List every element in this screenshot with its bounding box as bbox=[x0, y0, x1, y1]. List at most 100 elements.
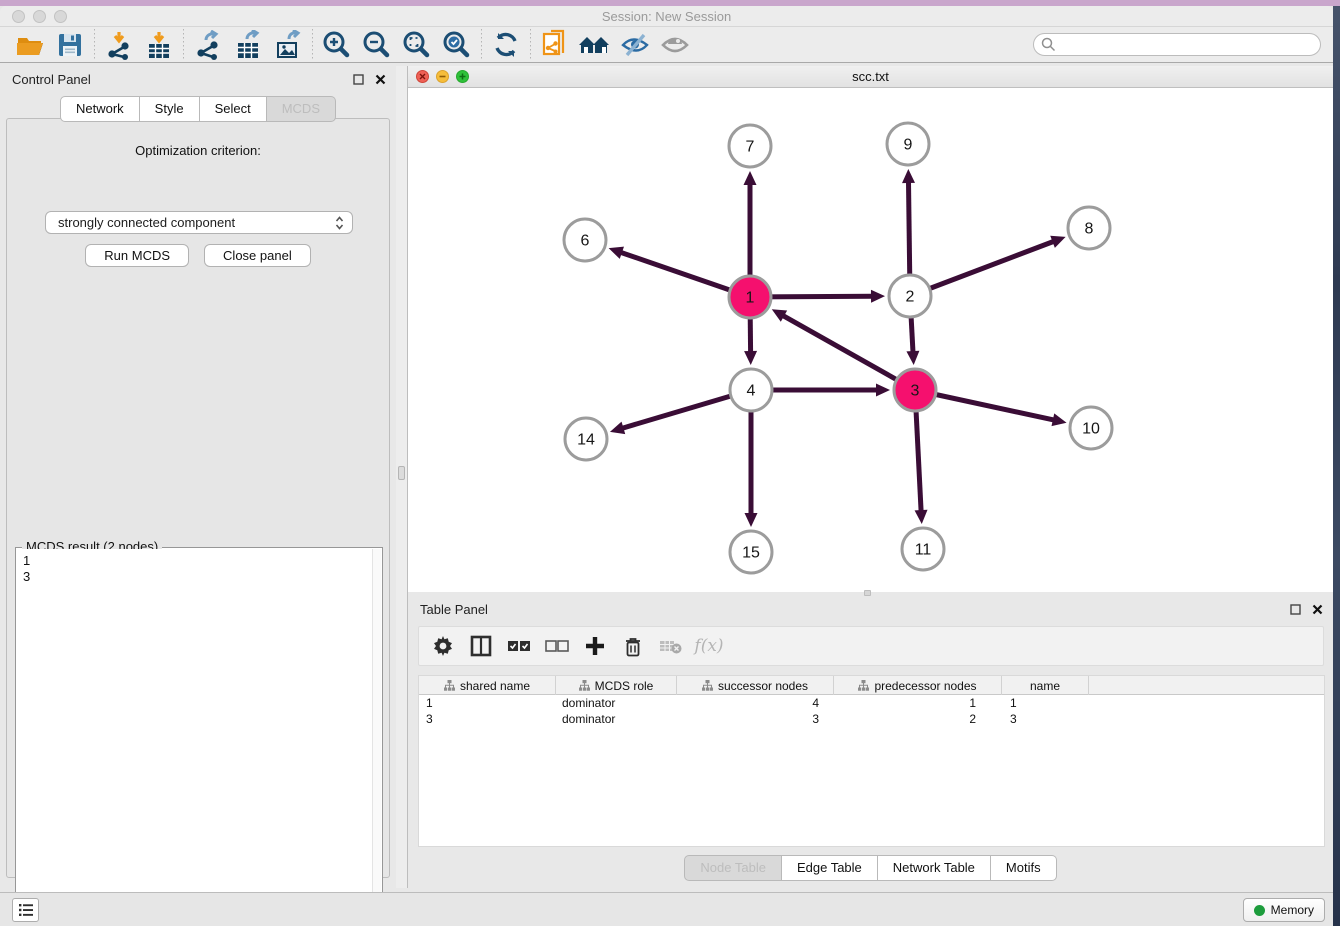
cell-name[interactable]: 3 bbox=[1002, 711, 1089, 727]
main-toolbar bbox=[0, 27, 1333, 63]
close-panel-button[interactable] bbox=[372, 71, 388, 87]
float-panel-button[interactable] bbox=[350, 71, 366, 87]
cell-predecessor-nodes[interactable]: 1 bbox=[834, 695, 1002, 711]
cell-predecessor-nodes[interactable]: 2 bbox=[834, 711, 1002, 727]
zoom-network-button[interactable] bbox=[456, 70, 469, 83]
column-layout-button[interactable] bbox=[467, 632, 495, 660]
export-image-button[interactable] bbox=[268, 29, 308, 61]
network-graph[interactable]: 7968124314101511 bbox=[408, 88, 1333, 591]
tab-edge-table[interactable]: Edge Table bbox=[782, 855, 878, 881]
search-input[interactable] bbox=[1033, 33, 1321, 56]
column-header-mcds-role[interactable]: MCDS role bbox=[556, 676, 677, 695]
edge-arrowhead bbox=[744, 171, 757, 185]
open-session-button[interactable] bbox=[10, 29, 50, 61]
columns-icon bbox=[470, 635, 492, 657]
graph-edge-3-1[interactable] bbox=[782, 315, 915, 390]
column-header-predecessor-nodes[interactable]: predecessor nodes bbox=[834, 676, 1002, 695]
table-settings-button[interactable] bbox=[429, 632, 457, 660]
column-header-shared-name[interactable]: shared name bbox=[419, 676, 556, 695]
cell-shared-name[interactable]: 3 bbox=[419, 711, 556, 727]
cell-name[interactable]: 1 bbox=[1002, 695, 1089, 711]
tab-network[interactable]: Network bbox=[60, 96, 140, 122]
cell-successor-nodes[interactable]: 4 bbox=[677, 695, 834, 711]
tab-mcds[interactable]: MCDS bbox=[267, 96, 336, 122]
result-scrollbar[interactable] bbox=[372, 549, 381, 919]
control-panel-header: Control Panel bbox=[0, 66, 396, 92]
mcds-result-list[interactable]: 1 3 bbox=[17, 549, 372, 919]
table-row[interactable]: 3 dominator 3 2 3 bbox=[419, 711, 1324, 727]
cell-shared-name[interactable]: 1 bbox=[419, 695, 556, 711]
edge-arrowhead bbox=[906, 351, 919, 365]
close-table-panel-button[interactable] bbox=[1309, 601, 1325, 617]
zoom-selected-button[interactable] bbox=[437, 29, 477, 61]
edge-arrowhead bbox=[1052, 413, 1067, 426]
export-network-icon bbox=[193, 30, 223, 60]
criterion-value: strongly connected component bbox=[58, 215, 235, 230]
export-network-button[interactable] bbox=[188, 29, 228, 61]
add-column-button[interactable] bbox=[581, 632, 609, 660]
status-bar: Memory bbox=[0, 892, 1333, 926]
edge-arrowhead bbox=[871, 290, 885, 303]
network-window-titlebar[interactable]: scc.txt bbox=[408, 66, 1333, 88]
graph-node-label-7: 7 bbox=[746, 139, 755, 156]
vertical-splitter[interactable] bbox=[396, 66, 408, 888]
memory-button[interactable]: Memory bbox=[1243, 898, 1325, 922]
close-panel-button-mcds[interactable]: Close panel bbox=[204, 244, 311, 267]
refresh-styles-button[interactable] bbox=[486, 29, 526, 61]
select-all-button[interactable] bbox=[505, 632, 533, 660]
mcds-result-item[interactable]: 3 bbox=[23, 569, 372, 585]
mcds-result-item[interactable]: 1 bbox=[23, 553, 372, 569]
zoom-in-button[interactable] bbox=[317, 29, 357, 61]
search-icon bbox=[1041, 37, 1056, 52]
memory-status-icon bbox=[1254, 905, 1265, 916]
table-panel: Table Panel bbox=[408, 596, 1333, 888]
tab-style[interactable]: Style bbox=[140, 96, 200, 122]
delete-table-button[interactable] bbox=[657, 632, 685, 660]
trash-icon bbox=[624, 636, 642, 657]
function-builder-button[interactable]: f(x) bbox=[695, 632, 723, 660]
table-header-row: shared name MCDS role successor nodes pr… bbox=[419, 676, 1324, 695]
network-canvas[interactable]: 7968124314101511 bbox=[408, 88, 1333, 591]
edge-arrowhead bbox=[915, 510, 928, 524]
splitter-grip[interactable] bbox=[398, 466, 405, 480]
save-session-button[interactable] bbox=[50, 29, 90, 61]
tab-motifs[interactable]: Motifs bbox=[991, 855, 1057, 881]
task-history-button[interactable] bbox=[12, 898, 39, 922]
import-table-button[interactable] bbox=[139, 29, 179, 61]
graph-edge-2-8[interactable] bbox=[910, 241, 1054, 296]
cell-mcds-role[interactable]: dominator bbox=[556, 695, 677, 711]
hide-selected-button[interactable] bbox=[615, 29, 655, 61]
minimize-network-button[interactable] bbox=[436, 70, 449, 83]
tab-node-table[interactable]: Node Table bbox=[684, 855, 782, 881]
export-image-icon bbox=[273, 30, 303, 60]
control-panel: Control Panel Network Style Select MCDS … bbox=[0, 66, 396, 888]
import-network-button[interactable] bbox=[99, 29, 139, 61]
toolbar-separator bbox=[312, 29, 313, 61]
column-header-name[interactable]: name bbox=[1002, 676, 1089, 695]
run-mcds-button[interactable]: Run MCDS bbox=[85, 244, 189, 267]
clone-network-button[interactable] bbox=[535, 29, 575, 61]
delete-column-button[interactable] bbox=[619, 632, 647, 660]
cell-mcds-role[interactable]: dominator bbox=[556, 711, 677, 727]
deselect-all-button[interactable] bbox=[543, 632, 571, 660]
cell-successor-nodes[interactable]: 3 bbox=[677, 711, 834, 727]
zoom-out-button[interactable] bbox=[357, 29, 397, 61]
column-header-successor-nodes[interactable]: successor nodes bbox=[677, 676, 834, 695]
edge-arrowhead bbox=[902, 169, 915, 183]
close-network-button[interactable] bbox=[416, 70, 429, 83]
open-folder-icon bbox=[15, 31, 45, 59]
tab-network-table[interactable]: Network Table bbox=[878, 855, 991, 881]
toolbar-separator bbox=[94, 29, 95, 61]
table-row[interactable]: 1 dominator 4 1 1 bbox=[419, 695, 1324, 711]
float-table-panel-button[interactable] bbox=[1287, 601, 1303, 617]
zoom-fit-button[interactable] bbox=[397, 29, 437, 61]
show-hidden-button[interactable] bbox=[655, 29, 695, 61]
desktop-wallpaper-right bbox=[1333, 6, 1340, 926]
home-layout-button[interactable] bbox=[575, 29, 615, 61]
list-icon bbox=[18, 903, 34, 917]
edge-arrowhead bbox=[1050, 236, 1065, 248]
criterion-dropdown[interactable]: strongly connected component bbox=[45, 211, 353, 234]
export-table-button[interactable] bbox=[228, 29, 268, 61]
graph-node-label-15: 15 bbox=[742, 545, 760, 562]
tab-select[interactable]: Select bbox=[200, 96, 267, 122]
